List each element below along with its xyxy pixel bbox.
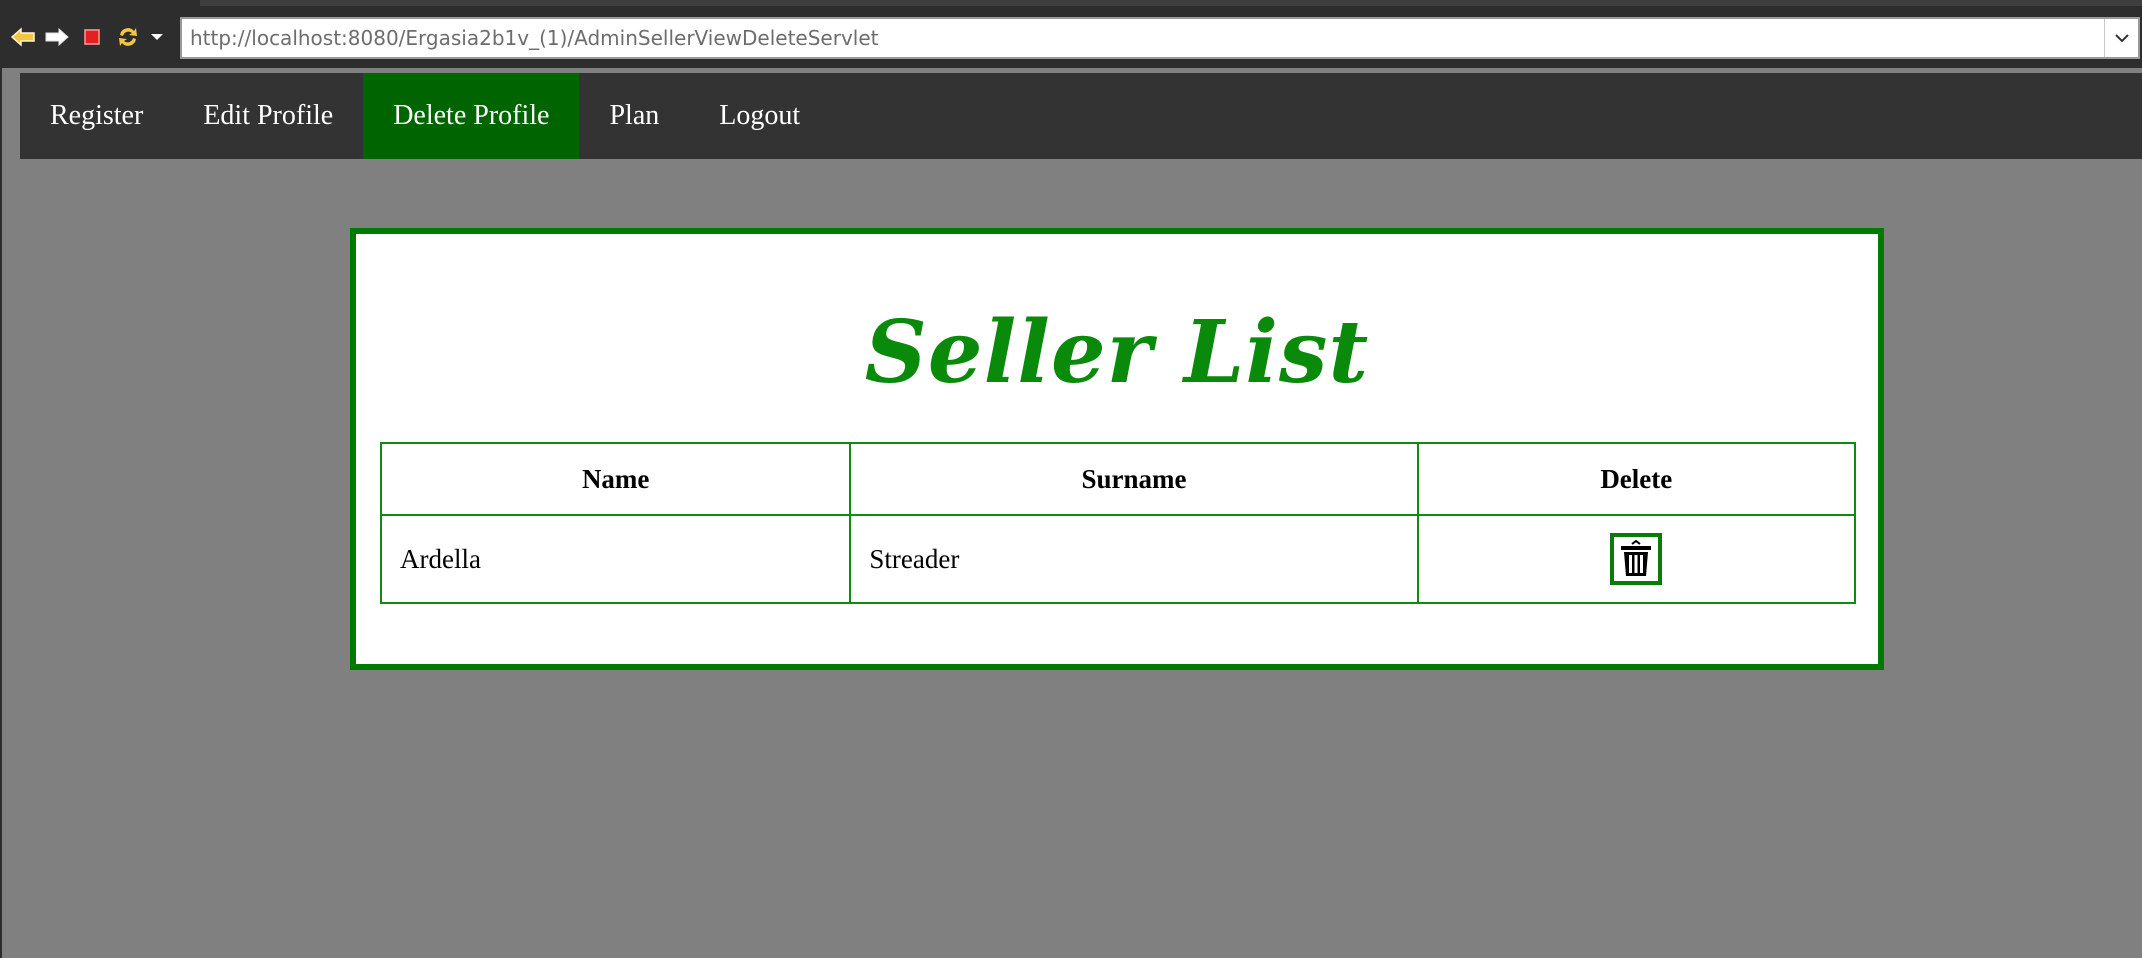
nav-register[interactable]: Register	[20, 73, 173, 159]
seller-name: Ardella	[379, 514, 852, 604]
nav-delete-profile[interactable]: Delete Profile	[363, 73, 580, 159]
column-header-surname: Surname	[849, 442, 1419, 516]
address-bar[interactable]	[180, 17, 2140, 59]
back-arrow-icon[interactable]	[8, 22, 38, 52]
page-viewport: Register Edit Profile Delete Profile Pla…	[2, 68, 2142, 958]
dropdown-caret-icon[interactable]	[142, 22, 172, 52]
forward-arrow-icon[interactable]	[42, 22, 72, 52]
seller-surname: Streader	[849, 514, 1419, 604]
stop-icon[interactable]	[77, 22, 107, 52]
tab-strip-line	[200, 0, 2142, 6]
chevron-down-icon	[2114, 34, 2129, 43]
delete-cell	[1416, 514, 1857, 604]
trash-icon	[1621, 540, 1652, 576]
site-nav: Register Edit Profile Delete Profile Pla…	[20, 73, 2142, 159]
nav-logout[interactable]: Logout	[689, 73, 830, 159]
delete-seller-button[interactable]	[1610, 533, 1663, 585]
nav-plan[interactable]: Plan	[579, 73, 689, 159]
page-title: Seller List	[864, 302, 1370, 403]
browser-toolbar	[0, 8, 2142, 68]
table-header-row: Name Surname Delete	[379, 442, 1857, 516]
url-input[interactable]	[182, 19, 2104, 57]
nav-edit-profile[interactable]: Edit Profile	[173, 73, 363, 159]
column-header-delete: Delete	[1416, 442, 1857, 516]
column-header-name: Name	[379, 442, 852, 516]
url-history-dropdown[interactable]	[2104, 19, 2138, 57]
table-row: Ardella Streader	[379, 514, 1857, 604]
refresh-icon[interactable]	[113, 22, 143, 52]
browser-top-strip	[0, 0, 2142, 8]
seller-table: Name Surname Delete Ardella Streader	[379, 442, 1857, 604]
seller-list-card: Seller List Name Surname Delete Ardella …	[350, 228, 1884, 670]
